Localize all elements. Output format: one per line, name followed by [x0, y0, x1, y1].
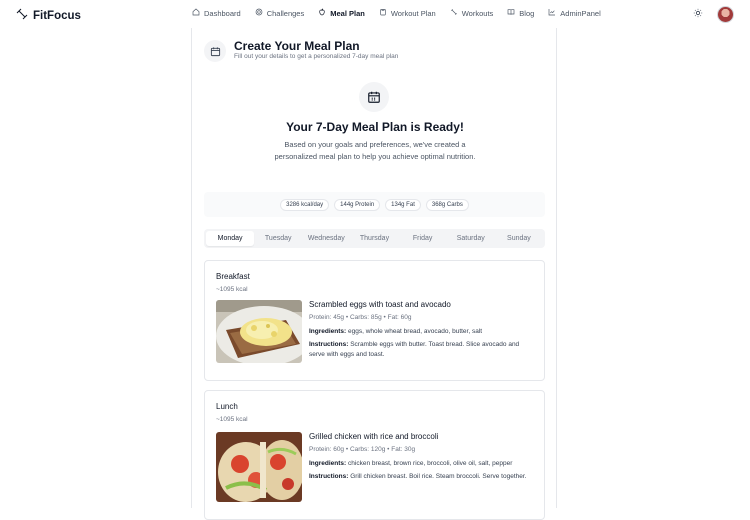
top-navbar: FitFocus Dashboard Challenges Meal Plan … [0, 0, 750, 28]
instructions-line: Instructions: Scramble eggs with butter.… [309, 340, 534, 360]
clipboard-icon [379, 8, 387, 18]
nav-item-label: Challenges [266, 8, 305, 18]
dish-name: Grilled chicken with rice and broccoli [309, 432, 439, 441]
target-icon [255, 8, 263, 18]
meal-calories: ~1095 kcal [216, 286, 248, 293]
ready-description: Based on your goals and preferences, we'… [274, 140, 476, 161]
calories-badge: 3286 kcal/day [280, 198, 330, 211]
meal-card-breakfast: Breakfast ~1095 kcal Scrambled eggs with… [204, 260, 545, 381]
dish-nutrition: Protein: 60g • Carbs: 120g • Fat: 30g [309, 446, 416, 453]
dish-nutrition: Protein: 45g • Carbs: 85g • Fat: 60g [309, 314, 412, 321]
ingredients-line: Ingredients: eggs, whole wheat bread, av… [309, 327, 534, 337]
apple-icon [318, 8, 326, 18]
page-subtitle: Fill out your details to get a personali… [234, 53, 399, 60]
nav-item-meal-plan[interactable]: Meal Plan [318, 8, 365, 18]
macro-summary: 3286 kcal/day 144g Protein 134g Fat 368g… [204, 192, 545, 217]
tab-saturday[interactable]: Saturday [447, 231, 495, 246]
tab-thursday[interactable]: Thursday [350, 231, 398, 246]
meal-plan-card: Create Your Meal Plan Fill out your deta… [191, 28, 557, 520]
ingredients-line: Ingredients: chicken breast, brown rice,… [309, 459, 534, 469]
meal-card-lunch: Lunch ~1095 kcal Grilled chicken with ri… [204, 390, 545, 520]
ingredients-text: chicken breast, brown rice, broccoli, ol… [348, 460, 513, 467]
meal-photo [216, 432, 302, 502]
nav-item-adminpanel[interactable]: AdminPanel [548, 8, 601, 18]
carbs-badge: 368g Carbs [425, 198, 469, 211]
chart-icon [548, 8, 556, 18]
calendar-icon [359, 82, 389, 112]
instructions-label: Instructions: [309, 473, 349, 480]
day-tabs: Monday Tuesday Wednesday Thursday Friday… [204, 229, 545, 248]
calendar-icon [204, 40, 226, 62]
nav-item-label: Workout Plan [390, 8, 436, 18]
meal-name: Lunch [216, 402, 238, 411]
nav-item-label: Workouts [461, 8, 494, 18]
nav-item-label: Meal Plan [330, 8, 365, 18]
dumbbell-logo-icon [16, 7, 28, 25]
nav-item-workout-plan[interactable]: Workout Plan [379, 8, 436, 18]
app-name: FitFocus [33, 10, 81, 22]
nav-item-label: Blog [519, 8, 535, 18]
theme-toggle-sun-icon[interactable] [693, 5, 703, 23]
ready-title: Your 7-Day Meal Plan is Ready! [286, 120, 464, 134]
tab-wednesday[interactable]: Wednesday [302, 231, 350, 246]
dish-name: Scrambled eggs with toast and avocado [309, 300, 451, 309]
tab-monday[interactable]: Monday [206, 231, 255, 246]
dumbbell-icon [450, 8, 458, 18]
tab-tuesday[interactable]: Tuesday [254, 231, 302, 246]
logo[interactable]: FitFocus [16, 7, 81, 25]
tab-friday[interactable]: Friday [399, 231, 447, 246]
instructions-line: Instructions: Grill chicken breast. Boil… [309, 472, 534, 482]
nav-item-label: AdminPanel [560, 8, 601, 18]
page-title: Create Your Meal Plan [234, 39, 360, 53]
instructions-text: Grill chicken breast. Boil rice. Steam b… [350, 473, 527, 480]
tab-sunday[interactable]: Sunday [495, 231, 543, 246]
ingredients-label: Ingredients: [309, 460, 347, 467]
instructions-label: Instructions: [309, 341, 349, 348]
meal-details: Grilled chicken with rice and broccoli P… [309, 432, 534, 485]
protein-badge: 144g Protein [334, 198, 381, 211]
nav-item-dashboard[interactable]: Dashboard [192, 8, 241, 18]
meal-name: Breakfast [216, 272, 250, 281]
avatar[interactable] [717, 5, 734, 23]
ingredients-label: Ingredients: [309, 328, 347, 335]
nav-links: Dashboard Challenges Meal Plan Workout P… [192, 8, 601, 18]
nav-item-blog[interactable]: Blog [507, 8, 534, 18]
nav-item-challenges[interactable]: Challenges [255, 8, 305, 18]
meal-calories: ~1095 kcal [216, 416, 248, 423]
fat-badge: 134g Fat [385, 198, 421, 211]
nav-item-label: Dashboard [204, 8, 241, 18]
meal-photo [216, 300, 302, 363]
book-icon [507, 8, 515, 18]
home-icon [192, 8, 200, 18]
nav-item-workouts[interactable]: Workouts [450, 8, 494, 18]
nav-right [693, 5, 734, 23]
meal-details: Scrambled eggs with toast and avocado Pr… [309, 300, 534, 363]
ingredients-text: eggs, whole wheat bread, avocado, butter… [348, 328, 483, 335]
